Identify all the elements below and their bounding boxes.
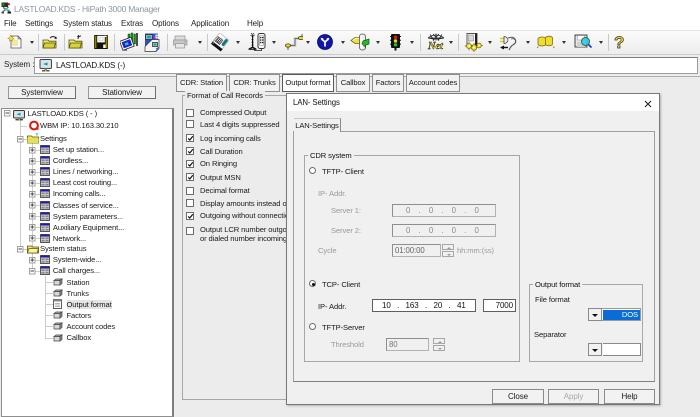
svg-text:Net: Net: [427, 41, 444, 52]
svg-text:?: ?: [614, 33, 624, 52]
